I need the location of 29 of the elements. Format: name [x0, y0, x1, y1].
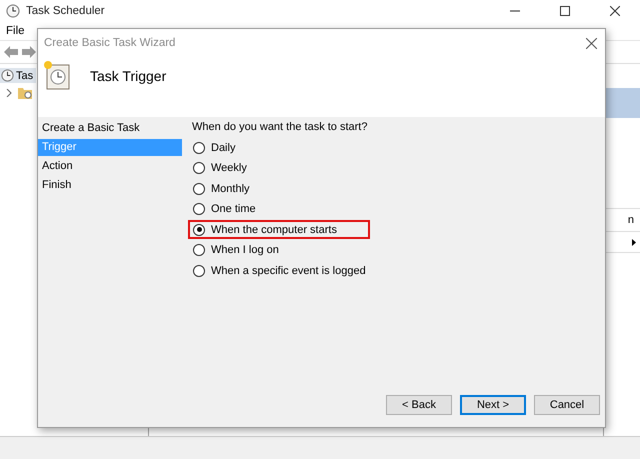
folder-icon[interactable] — [18, 87, 32, 99]
dialog-button[interactable]: Cancel — [534, 395, 600, 415]
radio-option[interactable]: Monthly — [190, 182, 250, 194]
close-icon[interactable] — [610, 6, 620, 16]
radio-option[interactable]: One time — [190, 203, 256, 215]
expand-icon[interactable] — [6, 89, 12, 97]
dialog-title: Create Basic Task Wizard — [44, 37, 176, 49]
menu-item[interactable]: File — [6, 25, 25, 37]
radio-option[interactable]: Weekly — [190, 162, 247, 174]
page-heading: Task Trigger — [90, 68, 166, 84]
radio-option[interactable]: When the computer starts — [190, 224, 337, 236]
submenu-arrow-icon[interactable] — [632, 238, 636, 246]
clock-icon — [6, 4, 20, 18]
question-text: When do you want the task to start? — [192, 121, 368, 133]
back-arrow-icon[interactable] — [4, 46, 18, 58]
tree-item[interactable]: Tas — [0, 68, 36, 83]
radio-option[interactable]: When a specific event is logged — [190, 264, 366, 276]
dialog-button[interactable]: < Back — [386, 395, 452, 415]
forward-arrow-icon[interactable] — [22, 46, 36, 58]
wizard-step[interactable]: Finish — [38, 177, 182, 194]
window-title: Task Scheduler — [26, 5, 105, 17]
wizard-step[interactable]: Create a Basic Task — [38, 120, 182, 137]
pane-header — [604, 88, 640, 118]
radio-option[interactable]: Daily — [190, 142, 236, 154]
wizard-step[interactable]: Action — [38, 158, 182, 175]
maximize-icon[interactable] — [560, 6, 570, 16]
dialog-button[interactable]: Next > — [460, 395, 526, 415]
radio-option[interactable]: When I log on — [190, 244, 279, 256]
close-icon[interactable] — [586, 38, 597, 48]
